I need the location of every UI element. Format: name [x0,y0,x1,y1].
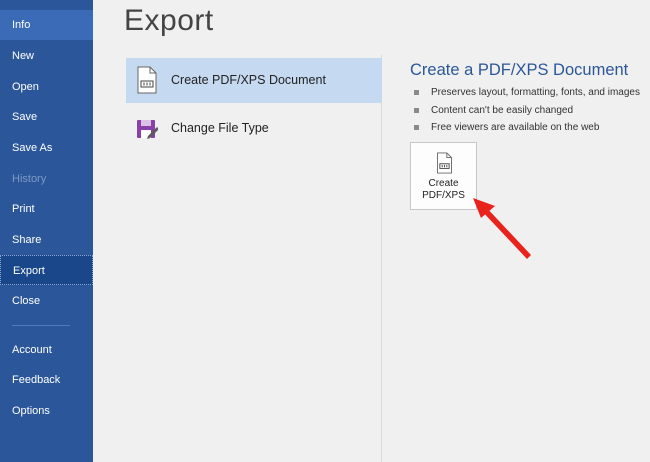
sidebar-item-share[interactable]: Share [0,225,93,255]
sidebar-item-save[interactable]: Save [0,102,93,132]
pdf-document-icon [137,66,157,94]
list-item: Content can't be easily changed [414,102,640,120]
sidebar-item-save-as[interactable]: Save As [0,133,93,163]
pdf-document-icon [437,152,452,174]
sidebar-divider [12,325,70,326]
backstage-sidebar: Info New Open Save Save As History Print… [0,0,93,462]
bullet-square-icon [414,90,419,95]
sidebar-item-options[interactable]: Options [0,396,93,426]
list-item: Free viewers are available on the web [414,119,640,137]
sidebar-item-close[interactable]: Close [0,286,93,316]
sidebar-item-export[interactable]: Export [0,255,93,285]
sidebar-item-feedback[interactable]: Feedback [0,365,93,395]
option-create-pdf-xps[interactable]: Create PDF/XPS Document [126,58,382,103]
bullet-square-icon [414,125,419,130]
create-pdf-xps-button-label: Create PDF/XPS [422,178,465,201]
sidebar-item-history: History [12,173,47,185]
feature-list: Preserves layout, formatting, fonts, and… [414,84,640,137]
list-item: Preserves layout, formatting, fonts, and… [414,84,640,102]
sidebar-item-open[interactable]: Open [0,72,93,102]
bullet-square-icon [414,107,419,113]
sidebar-item-info[interactable]: Info [0,10,93,40]
option-label: Create PDF/XPS Document [171,73,326,87]
option-label: Change File Type [171,121,269,135]
sidebar-item-print[interactable]: Print [0,194,93,224]
list-item-text: Free viewers are available on the web [431,122,600,133]
option-change-file-type[interactable]: Change File Type [126,106,382,151]
list-item-text: Preserves layout, formatting, fonts, and… [431,87,640,98]
sidebar-item-new[interactable]: New [0,41,93,71]
detail-title: Create a PDF/XPS Document [410,61,629,79]
list-item-text: Content can't be easily changed [431,104,574,116]
page-title: Export [124,4,214,37]
sidebar-item-account[interactable]: Account [0,335,93,365]
create-pdf-xps-button[interactable]: Create PDF/XPS [410,142,477,210]
change-file-type-icon [137,120,158,139]
